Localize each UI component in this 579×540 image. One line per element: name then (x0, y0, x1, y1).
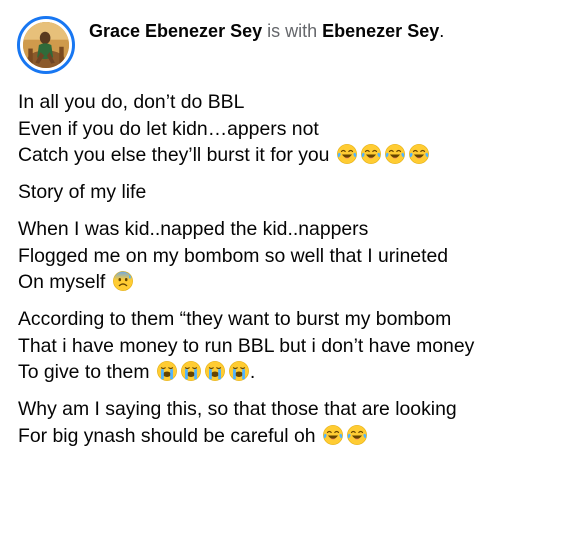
avatar-image (23, 22, 69, 68)
post-line-text: Catch you else they’ll burst it for you (18, 144, 335, 166)
face-with-tears-of-joy-icon (322, 424, 344, 446)
post-line-text: According to them “they want to burst my… (18, 308, 452, 330)
post-line-text: Flogged me on my bombom so well that I u… (18, 244, 449, 267)
avatar-photo (23, 22, 69, 68)
post-line: To give to them . (18, 359, 563, 386)
post-line: Why am I saying this, so that those that… (18, 396, 563, 423)
post-line-text: Why am I saying this, so that those that… (18, 398, 457, 420)
post-line-text: That i have money to run BBL but i don’t… (18, 334, 475, 357)
post-line: On myself (18, 269, 563, 296)
tagged-name-link[interactable]: Ebenezer Sey (322, 21, 439, 41)
avatar[interactable] (17, 16, 75, 74)
post-line: Even if you do let kidn…appers not (18, 116, 563, 143)
face-with-tears-of-joy-icon (360, 143, 382, 165)
post-line: Story of my life (18, 179, 563, 206)
post-line: When I was kid..napped the kid..nappers (18, 216, 563, 243)
post-line-suffix: . (249, 361, 256, 383)
loudly-crying-face-icon (156, 360, 178, 382)
post-header-text: Grace Ebenezer Sey is with Ebenezer Sey. (89, 17, 444, 45)
post-line-text: For big ynash should be careful oh (18, 424, 321, 447)
post-line-text: To give to them (18, 361, 155, 383)
post-line-text: When I was kid..napped the kid..nappers (18, 218, 369, 240)
face-with-tears-of-joy-icon (336, 143, 358, 165)
face-with-tears-of-joy-icon (384, 143, 406, 165)
author-name-link[interactable]: Grace Ebenezer Sey (89, 21, 262, 41)
post-header: Grace Ebenezer Sey is with Ebenezer Sey. (17, 16, 444, 74)
anxious-face-with-sweat-icon (112, 270, 134, 292)
post-body: In all you do, don’t do BBL Even if you d… (18, 89, 563, 460)
with-text: is with (267, 21, 318, 41)
post-line: Flogged me on my bombom so well that I u… (18, 243, 563, 270)
post-line: That i have money to run BBL but i don’t… (18, 333, 563, 360)
post-paragraph: According to them “they want to burst my… (18, 306, 563, 386)
post-line-text: Even if you do let kidn…appers not (18, 117, 319, 140)
post-line-text: Story of my life (18, 181, 147, 203)
post-line: According to them “they want to burst my… (18, 306, 563, 333)
post-line: Catch you else they’ll burst it for you (18, 142, 563, 169)
loudly-crying-face-icon (180, 360, 202, 382)
header-period: . (439, 21, 445, 41)
loudly-crying-face-icon (228, 360, 250, 382)
post-paragraph: Story of my life (18, 179, 563, 206)
post-paragraph: When I was kid..napped the kid..nappers F… (18, 216, 563, 296)
loudly-crying-face-icon (204, 360, 226, 382)
face-with-tears-of-joy-icon (346, 424, 368, 446)
post-line-text: On myself (18, 271, 111, 293)
face-with-tears-of-joy-icon (408, 143, 430, 165)
post-line-text: In all you do, don’t do BBL (18, 91, 245, 113)
post-line: For big ynash should be careful oh (18, 423, 563, 450)
post-paragraph: Why am I saying this, so that those that… (18, 396, 563, 449)
post-line: In all you do, don’t do BBL (18, 89, 563, 116)
post-paragraph: In all you do, don’t do BBL Even if you d… (18, 89, 563, 169)
